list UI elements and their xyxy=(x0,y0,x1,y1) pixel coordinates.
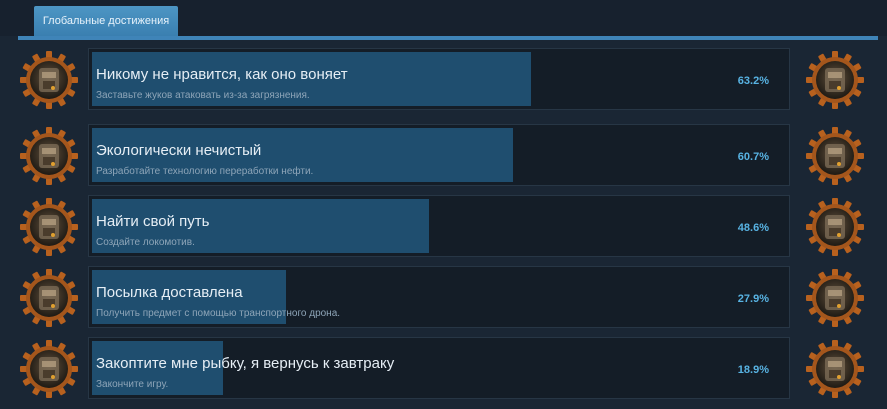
achievement-percent: 48.6% xyxy=(737,222,769,234)
achievement-panel: Закоптите мне рыбку, я вернусь к завтрак… xyxy=(88,337,790,399)
achievement-title: Найти свой путь xyxy=(96,213,210,230)
achievement-row: Никому не нравится, как оно воняет Заста… xyxy=(0,48,887,114)
achievement-title: Закоптите мне рыбку, я вернусь к завтрак… xyxy=(96,355,395,372)
achievement-percent: 18.9% xyxy=(737,364,769,376)
achievement-row: Экологически нечистый Разработайте техно… xyxy=(0,124,887,190)
achievement-percent: 27.9% xyxy=(737,293,769,305)
achievement-panel: Найти свой путь Создайте локомотив. 48.6… xyxy=(88,195,790,257)
biter-gear-icon xyxy=(805,50,865,110)
oil-refinery-gear-icon xyxy=(805,126,865,186)
robot-drone-gear-icon xyxy=(805,268,865,328)
achievement-list: Никому не нравится, как оно воняет Заста… xyxy=(0,40,887,409)
achievement-percent: 63.2% xyxy=(737,75,769,87)
global-achievements-page: Глобальные достижения Никому не нравится… xyxy=(0,0,887,409)
tab-global-achievements[interactable]: Глобальные достижения xyxy=(34,6,178,36)
tab-bar: Глобальные достижения xyxy=(0,0,887,36)
achievement-panel: Никому не нравится, как оно воняет Заста… xyxy=(88,48,790,110)
achievement-description: Разработайте технологию переработки нефт… xyxy=(96,166,314,177)
achievement-description: Закончите игру. xyxy=(96,379,169,390)
achievement-title: Посылка доставлена xyxy=(96,284,243,301)
achievement-panel: Посылка доставлена Получить предмет с по… xyxy=(88,266,790,328)
achievement-description: Создайте локомотив. xyxy=(96,237,195,248)
achievement-title: Никому не нравится, как оно воняет xyxy=(96,66,348,83)
achievement-title: Экологически нечистый xyxy=(96,142,262,159)
achievement-description: Заставьте жуков атаковать из-за загрязне… xyxy=(96,90,310,101)
achievement-row: Посылка доставлена Получить предмет с по… xyxy=(0,266,887,332)
achievement-percent: 60.7% xyxy=(737,151,769,163)
achievement-panel: Экологически нечистый Разработайте техно… xyxy=(88,124,790,186)
locomotive-gear-icon xyxy=(19,197,79,257)
rocket-gear-icon xyxy=(805,339,865,399)
achievement-row: Закоптите мне рыбку, я вернусь к завтрак… xyxy=(0,337,887,403)
achievement-row: Найти свой путь Создайте локомотив. 48.6… xyxy=(0,195,887,261)
achievement-description: Получить предмет с помощью транспортного… xyxy=(96,308,341,319)
oil-refinery-gear-icon xyxy=(19,126,79,186)
rocket-gear-icon xyxy=(19,339,79,399)
robot-drone-gear-icon xyxy=(19,268,79,328)
biter-gear-icon xyxy=(19,50,79,110)
locomotive-gear-icon xyxy=(805,197,865,257)
